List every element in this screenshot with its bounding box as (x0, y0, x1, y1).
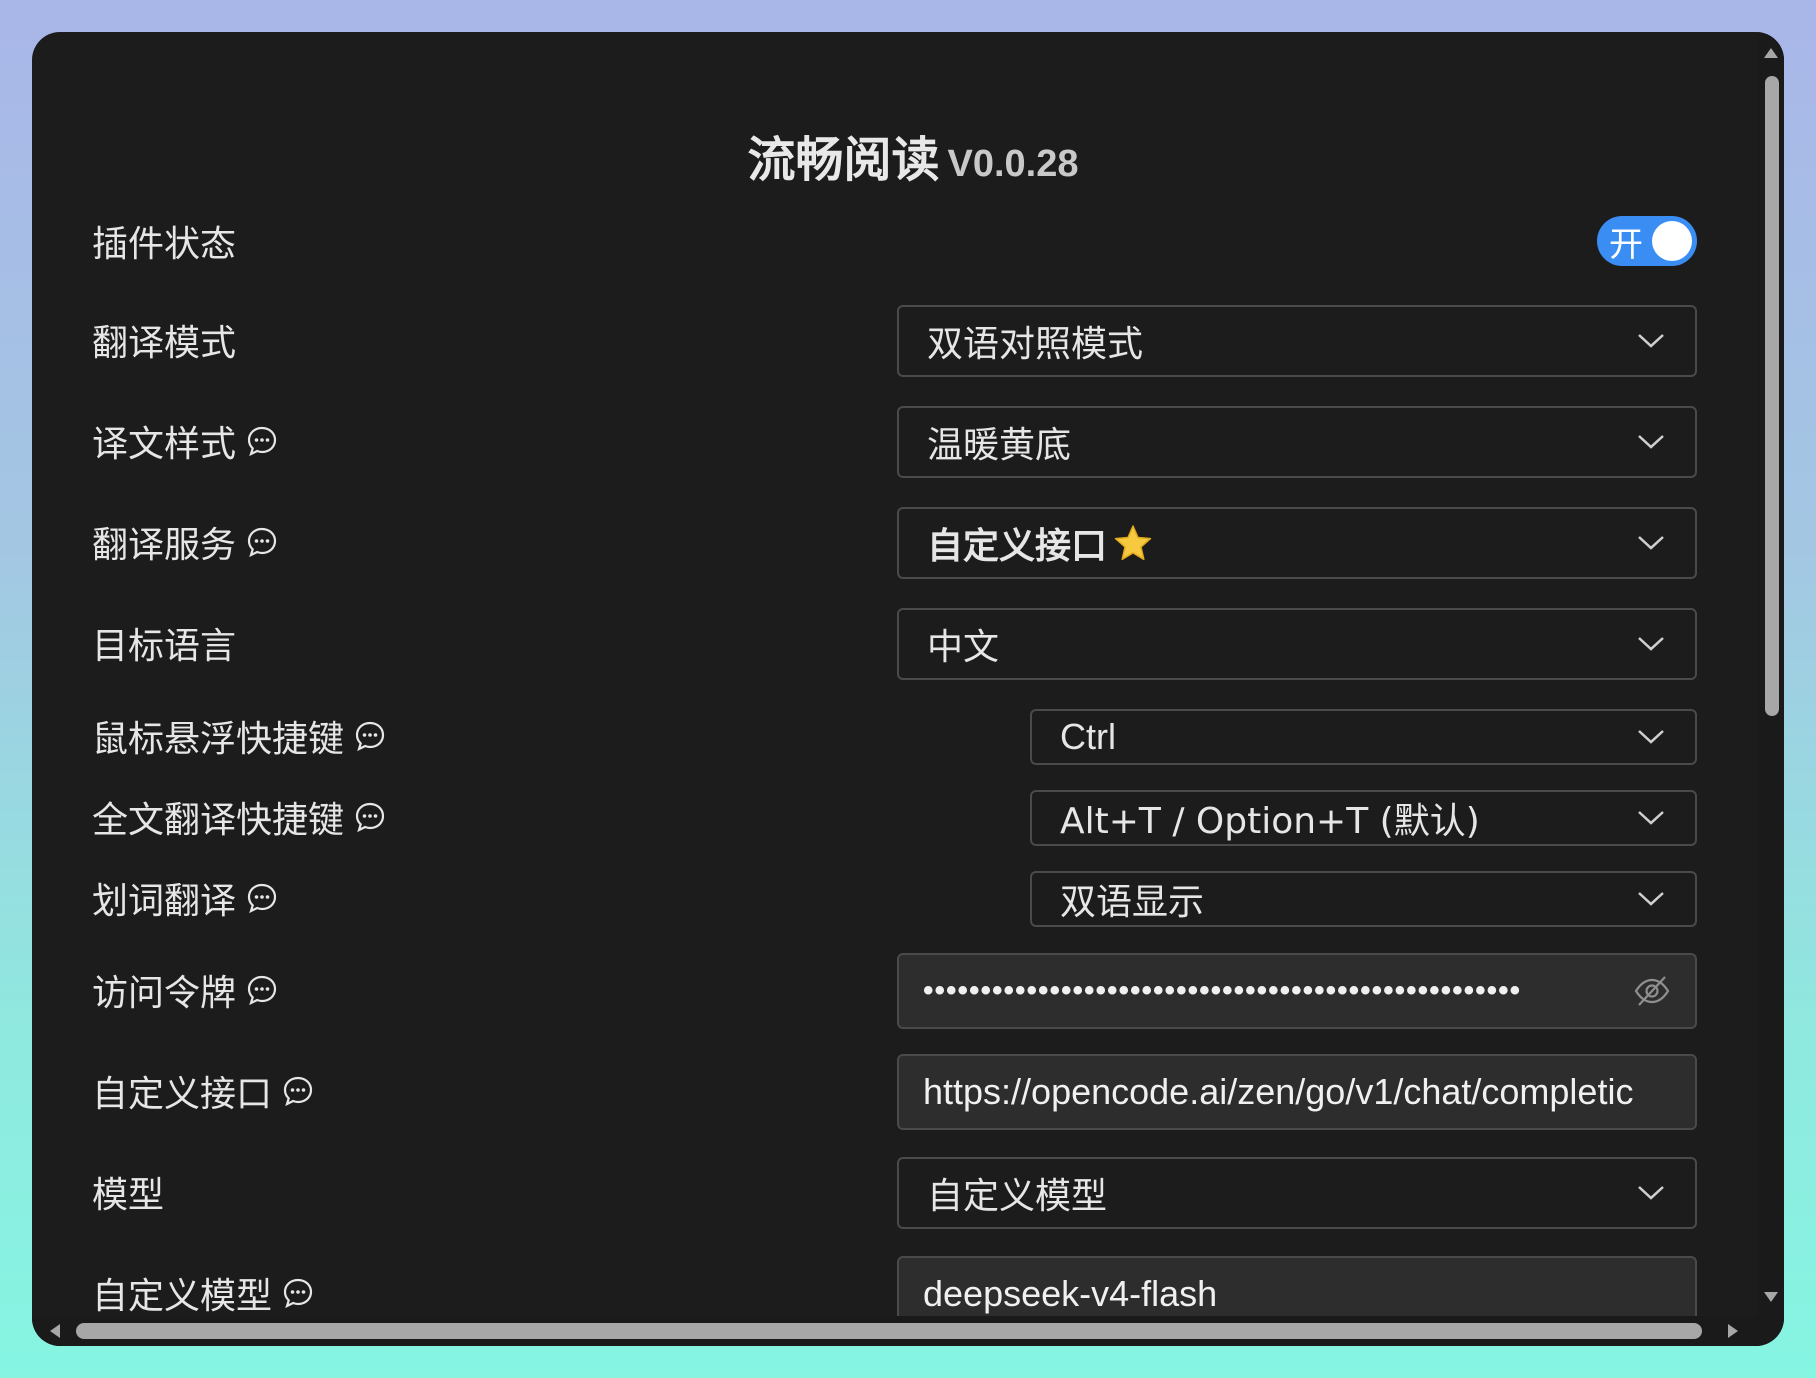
hover-shortcut-value: Ctrl (1060, 716, 1116, 757)
version-label: V0.0.28 (947, 143, 1079, 185)
chevron-down-icon (1638, 334, 1664, 348)
info-icon[interactable] (246, 425, 278, 457)
chevron-down-icon (1638, 536, 1664, 550)
model-label: 模型 (92, 1175, 165, 1216)
info-icon[interactable] (246, 526, 278, 558)
custom-endpoint-value: https://opencode.ai/zen/go/v1/chat/compl… (923, 1071, 1634, 1112)
page-title: 流畅阅读 V0.0.28 (32, 120, 1784, 190)
custom-model-value: deepseek-v4-flash (923, 1273, 1218, 1314)
chevron-down-icon (1638, 1186, 1664, 1200)
translate-mode-value: 双语对照模式 (927, 324, 1144, 365)
scroll-up-arrow-icon[interactable] (1764, 48, 1778, 58)
translation-style-label: 译文样式 (92, 416, 278, 466)
target-language-select[interactable]: 中文 (897, 608, 1697, 680)
translation-service-value: 自定义接口 (927, 526, 1108, 567)
plugin-status-label: 插件状态 (92, 224, 237, 265)
translate-mode-label: 翻译模式 (92, 323, 237, 364)
scroll-right-arrow-icon[interactable] (1728, 1324, 1738, 1338)
translation-service-select[interactable]: 自定义接口 (897, 507, 1697, 579)
eye-off-icon[interactable] (1633, 974, 1671, 1008)
selection-translate-label: 划词翻译 (92, 873, 278, 923)
selection-translate-value: 双语显示 (1060, 882, 1205, 923)
translation-style-select[interactable]: 温暖黄底 (897, 406, 1697, 478)
custom-endpoint-input[interactable]: https://opencode.ai/zen/go/v1/chat/compl… (897, 1054, 1697, 1130)
access-token-label: 访问令牌 (92, 965, 278, 1015)
custom-model-label: 自定义模型 (92, 1268, 314, 1318)
chevron-down-icon (1638, 730, 1664, 744)
vertical-scrollbar-thumb[interactable] (1765, 76, 1779, 716)
star-icon (1114, 525, 1152, 561)
info-icon[interactable] (354, 801, 386, 833)
info-icon[interactable] (354, 720, 386, 752)
translation-service-label: 翻译服务 (92, 517, 278, 567)
fulltext-shortcut-label: 全文翻译快捷键 (92, 792, 386, 842)
chevron-down-icon (1638, 811, 1664, 825)
info-icon[interactable] (282, 1075, 314, 1107)
chevron-down-icon (1638, 435, 1664, 449)
translation-style-value: 温暖黄底 (927, 425, 1072, 466)
model-select[interactable]: 自定义模型 (897, 1157, 1697, 1229)
toggle-state-text: 开 (1609, 224, 1643, 265)
model-value: 自定义模型 (927, 1176, 1108, 1217)
toggle-knob (1652, 221, 1692, 261)
access-token-input[interactable]: ••••••••••••••••••••••••••••••••••••••••… (897, 953, 1697, 1029)
target-language-label: 目标语言 (92, 626, 237, 667)
chevron-down-icon (1638, 637, 1664, 651)
hover-shortcut-label: 鼠标悬浮快捷键 (92, 711, 386, 761)
scroll-left-arrow-icon[interactable] (50, 1324, 60, 1338)
info-icon[interactable] (282, 1277, 314, 1309)
settings-panel: 流畅阅读 V0.0.28 插件状态 开 翻译模式 双语对照模式 译文样式 温暖黄底… (32, 32, 1784, 1346)
fulltext-shortcut-select[interactable]: Alt+T / Option+T (默认) (1030, 790, 1697, 846)
translate-mode-select[interactable]: 双语对照模式 (897, 305, 1697, 377)
custom-endpoint-label: 自定义接口 (92, 1066, 314, 1116)
info-icon[interactable] (246, 974, 278, 1006)
hover-shortcut-select[interactable]: Ctrl (1030, 709, 1697, 765)
target-language-value: 中文 (927, 627, 1000, 668)
horizontal-scrollbar-thumb[interactable] (76, 1323, 1702, 1339)
fulltext-shortcut-value: Alt+T / Option+T (默认) (1060, 801, 1480, 842)
selection-translate-select[interactable]: 双语显示 (1030, 871, 1697, 927)
app-title: 流畅阅读 (747, 132, 940, 188)
access-token-value: ••••••••••••••••••••••••••••••••••••••••… (923, 974, 1522, 1007)
chevron-down-icon (1638, 892, 1664, 906)
scroll-down-arrow-icon[interactable] (1764, 1292, 1778, 1302)
plugin-status-toggle[interactable]: 开 (1597, 216, 1697, 266)
info-icon[interactable] (246, 882, 278, 914)
